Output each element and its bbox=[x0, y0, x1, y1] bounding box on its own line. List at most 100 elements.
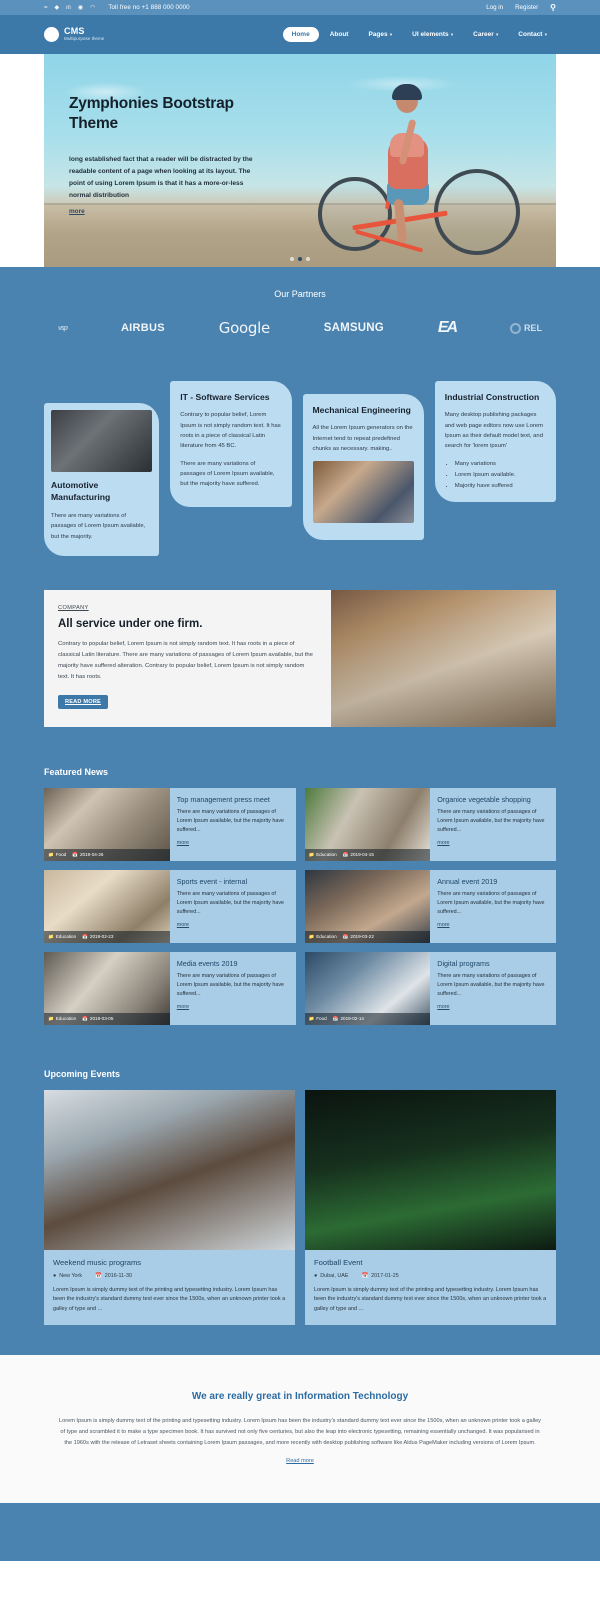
slider-dot-3[interactable] bbox=[306, 257, 310, 261]
news-more-link[interactable]: more bbox=[177, 1004, 189, 1010]
news-meta: 📁 Education 📅 2019-04-15 bbox=[304, 848, 431, 861]
news-body: Top management press meet There are many … bbox=[170, 788, 296, 861]
nav-item-contact[interactable]: Contact ▾ bbox=[509, 27, 556, 42]
cyclist-helmet bbox=[392, 84, 422, 100]
nav-item-home[interactable]: Home bbox=[282, 27, 319, 42]
hero-description: long established fact that a reader will… bbox=[69, 155, 253, 200]
calendar-icon: 📅 bbox=[72, 851, 78, 857]
news-more-link[interactable]: more bbox=[177, 922, 189, 928]
event-date-label: 2016-11-30 bbox=[104, 1272, 132, 1279]
news-excerpt: There are many variations of passages of… bbox=[176, 890, 285, 915]
event-title[interactable]: Weekend music programs bbox=[53, 1258, 286, 1267]
news-card[interactable]: 📁 Education 📅 2019-03-05 Media events 2019 Th… bbox=[44, 951, 296, 1025]
brand-logo[interactable]: CMS Multipurpose theme bbox=[44, 26, 104, 43]
partners-title: Our Partners bbox=[274, 289, 326, 299]
event-description: Lorem Ipsum is simply dummy text of the … bbox=[314, 1286, 547, 1312]
news-more-link[interactable]: more bbox=[177, 840, 189, 846]
top-utility-bar: = ◆ in ◉ ◠ Toll free no +1 888 000 0000 … bbox=[0, 0, 600, 15]
news-card[interactable]: 📁 Food 📅 2019-04-26 Top management press mee… bbox=[44, 787, 296, 861]
linkedin-icon[interactable]: in bbox=[66, 5, 71, 11]
news-category-label: Food bbox=[55, 852, 67, 858]
login-link[interactable]: Log in bbox=[486, 4, 503, 11]
news-excerpt: There are many variations of passages of… bbox=[437, 808, 545, 833]
news-title[interactable]: Top management press meet bbox=[177, 795, 289, 804]
news-date: 📅 2019-04-15 bbox=[343, 852, 374, 858]
news-category: 📁 Education bbox=[309, 934, 337, 940]
news-date-label: 2019-02-14 bbox=[340, 1016, 364, 1022]
hero-title: Zymphonies Bootstrap Theme bbox=[69, 95, 234, 132]
service-title: IT - Software Services bbox=[180, 392, 270, 402]
news-card[interactable]: 📁 Food 📅 2019-02-14 Digital programs There ar… bbox=[304, 951, 556, 1025]
about-read-more-link[interactable]: Read more bbox=[286, 1458, 314, 1464]
slider-dot-2[interactable] bbox=[298, 257, 302, 261]
news-card[interactable]: 📁 Education 📅 2019-04-15 Organice vegetable … bbox=[304, 787, 556, 861]
news-date-label: 2019-04-26 bbox=[79, 852, 104, 858]
news-date-label: 2019-02-23 bbox=[89, 934, 114, 940]
read-more-button[interactable]: READ MORE bbox=[58, 694, 108, 709]
service-card[interactable]: Mechanical Engineering All the Lorem Ipsu… bbox=[302, 394, 424, 541]
chevron-down-icon: ▾ bbox=[543, 32, 547, 37]
news-date: 📅 2019-03-22 bbox=[343, 934, 374, 940]
register-link[interactable]: Register bbox=[515, 4, 538, 11]
news-title[interactable]: Sports event - internal bbox=[177, 877, 289, 886]
logo-mark-icon bbox=[44, 26, 59, 42]
hero-banner: Zymphonies Bootstrap Theme long establis… bbox=[44, 54, 556, 267]
news-category-label: Food bbox=[316, 1016, 327, 1022]
event-title[interactable]: Football Event bbox=[314, 1258, 547, 1267]
event-card[interactable]: Weekend music programs ● New York 📅 2016-11-… bbox=[44, 1089, 295, 1326]
toll-free-number: Toll free no +1 888 000 0000 bbox=[108, 4, 190, 11]
service-body: Many desktop publishing packages and web… bbox=[444, 412, 543, 450]
nav-item-ui-elements[interactable]: UI elements ▾ bbox=[403, 27, 462, 42]
hero-more-link[interactable]: more bbox=[69, 208, 85, 215]
news-date-label: 2019-03-22 bbox=[350, 934, 374, 940]
twitter-icon[interactable]: ◆ bbox=[55, 5, 60, 11]
service-card[interactable]: Industrial Construction Many desktop publ… bbox=[434, 381, 556, 502]
news-title[interactable]: Digital programs bbox=[437, 959, 549, 968]
search-icon[interactable]: ⚲ bbox=[550, 3, 556, 12]
about-section: We are really great in Information Techn… bbox=[0, 1355, 600, 1504]
news-grid: 📁 Food 📅 2019-04-26 Top management press mee… bbox=[44, 787, 556, 1025]
page-root: = ◆ in ◉ ◠ Toll free no +1 888 000 0000 … bbox=[0, 0, 600, 1562]
news-more-link[interactable]: more bbox=[437, 1004, 449, 1010]
news-category-label: Education bbox=[55, 1016, 77, 1022]
featured-news-title: Featured News bbox=[44, 766, 109, 777]
upcoming-events-title: Upcoming Events bbox=[44, 1068, 121, 1079]
service-image-mechanic bbox=[312, 461, 414, 524]
calendar-icon: 📅 bbox=[82, 933, 88, 939]
nav-item-career[interactable]: Career ▾ bbox=[464, 27, 507, 42]
chevron-down-icon: ▾ bbox=[494, 32, 499, 37]
folder-icon: 📁 bbox=[48, 851, 54, 857]
news-category: 📁 Food bbox=[48, 852, 66, 858]
folder-icon: 📁 bbox=[308, 851, 315, 857]
news-category-label: Education bbox=[316, 852, 337, 858]
news-category-label: Education bbox=[55, 934, 77, 940]
company-image bbox=[330, 589, 557, 727]
reliance-ring-icon bbox=[509, 322, 521, 334]
nav-item-about[interactable]: About bbox=[321, 27, 358, 42]
news-category-label: Education bbox=[316, 934, 337, 940]
news-title[interactable]: Annual event 2019 bbox=[437, 877, 549, 886]
service-body: Contrary to popular belief, Lorem Ipsum … bbox=[180, 412, 281, 450]
news-more-link[interactable]: more bbox=[437, 840, 449, 846]
news-body: Sports event - internal There are many va… bbox=[170, 870, 296, 943]
news-excerpt: There are many variations of passages of… bbox=[176, 808, 285, 833]
service-card[interactable]: IT - Software Services Contrary to popula… bbox=[170, 381, 292, 507]
rss-icon[interactable]: ◠ bbox=[90, 5, 95, 11]
news-title[interactable]: Organice vegetable shopping bbox=[437, 795, 549, 804]
calendar-icon: 📅 bbox=[95, 1272, 102, 1279]
nav-item-pages[interactable]: Pages ▾ bbox=[359, 27, 401, 42]
google-icon[interactable]: ◉ bbox=[78, 5, 83, 11]
slider-dot-1[interactable] bbox=[290, 257, 294, 261]
news-card[interactable]: 📁 Education 📅 2019-03-22 Annual event 2019 Th… bbox=[304, 869, 556, 943]
partner-logo-rel: REL bbox=[509, 322, 542, 334]
service-card[interactable]: Automotive Manufacturing There are many v… bbox=[44, 403, 160, 556]
partner-logo-google: Google bbox=[218, 319, 270, 337]
company-body: Contrary to popular belief, Lorem Ipsum … bbox=[58, 640, 313, 680]
event-date: 📅 2016-11-30 bbox=[95, 1273, 132, 1279]
hero-slider-dots[interactable] bbox=[290, 257, 310, 261]
facebook-icon[interactable]: = bbox=[44, 5, 48, 11]
news-title[interactable]: Media events 2019 bbox=[177, 959, 289, 968]
news-more-link[interactable]: more bbox=[437, 922, 449, 928]
news-card[interactable]: 📁 Education 📅 2019-02-23 Sports event - inte… bbox=[44, 869, 296, 943]
event-card[interactable]: Football Event ● Dubai, UAE 📅 2017-01-25 Lore… bbox=[305, 1089, 556, 1326]
